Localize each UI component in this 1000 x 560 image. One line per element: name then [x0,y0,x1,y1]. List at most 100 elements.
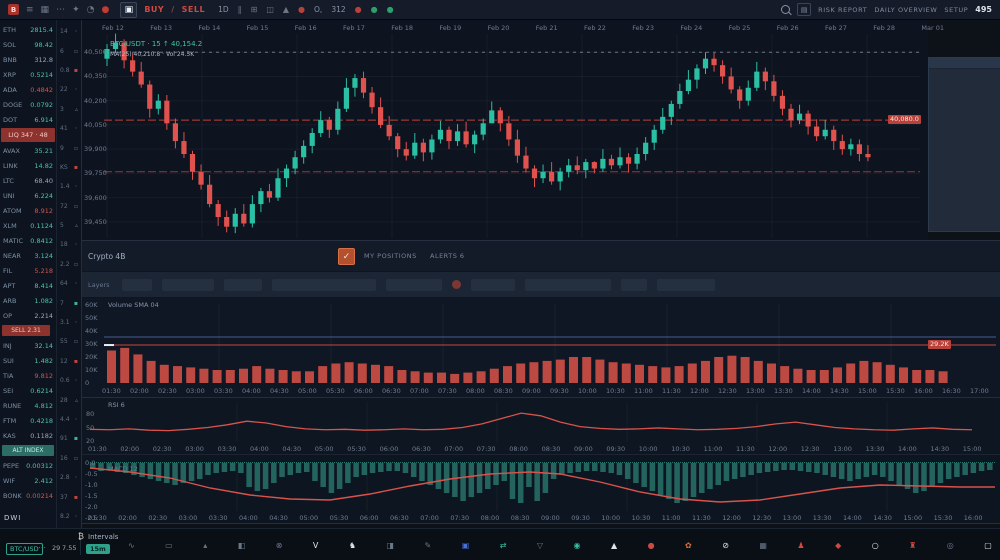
watchlist-row[interactable]: WIF2.412 [0,473,56,488]
taskbar-icon[interactable]: ▭ [165,542,173,550]
watchlist-row[interactable]: BONK0.00214 [0,488,56,503]
metric-row[interactable]: 3▵ [57,100,81,119]
taskbar-icon[interactable]: ♜ [909,542,916,550]
star-icon[interactable]: ✦ [72,5,80,15]
watchlist-row[interactable]: XLM0.1124 [0,218,56,233]
alerts-tab[interactable]: ALERTS 6 [430,252,465,260]
metric-row[interactable]: 14◦ [57,22,81,41]
menu-icon[interactable]: ≡ [26,5,34,15]
taskbar-icon[interactable]: ✎ [425,542,432,550]
alert-dot-icon[interactable]: ● [101,5,109,15]
alert-red-icon[interactable]: ● [355,5,362,14]
taskbar-icon[interactable]: ◨ [386,542,394,550]
ghost-button[interactable] [272,279,376,291]
order-ticket-button[interactable]: ▣ [120,2,137,18]
metric-row[interactable]: 3.1◦ [57,313,81,332]
metric-row[interactable]: 16▫ [57,449,81,468]
watchlist-row[interactable]: ARB1.082 [0,293,56,308]
metric-row[interactable]: 6▫ [57,41,81,60]
watchlist-row[interactable]: FIL5.218 [0,263,56,278]
taskbar-icon[interactable]: ✿ [685,542,692,550]
buy-button[interactable]: BUY [144,5,164,14]
taskbar-icon[interactable]: ⊗ [276,542,283,550]
metric-row[interactable]: 91▪ [57,429,81,448]
watchlist-row[interactable]: ADA0.4842 [0,82,56,97]
metric-row[interactable]: 2.8◦ [57,468,81,487]
taskbar-icon[interactable]: ▣ [462,542,470,550]
confirm-check-icon[interactable]: ✓ [338,248,355,265]
ghost-button[interactable] [162,279,214,291]
indicator-icon[interactable]: ▲ [283,5,289,14]
count-label[interactable]: 312 [331,5,345,14]
taskbar-icon[interactable]: ∿ [128,542,135,550]
metric-row[interactable]: 4.4◦ [57,410,81,429]
ghost-button[interactable] [386,279,442,291]
daily-overview-link[interactable]: DAILY OVERVIEW [874,6,937,14]
watchlist-row[interactable]: AVAX35.21 [0,143,56,158]
watchlist-row[interactable]: KAS0.1182 [0,428,56,443]
volume-chart[interactable] [82,298,1000,398]
watchlist-row[interactable]: APT8.414 [0,278,56,293]
taskbar-icon[interactable]: ▽ [537,542,543,550]
interval-value-button[interactable]: 15m [86,544,110,554]
history-icon[interactable]: ◔ [87,5,95,15]
record-ghost-icon[interactable] [452,280,461,289]
metric-row[interactable]: 18◦ [57,235,81,254]
liquidation-alert-row[interactable]: LIQ 347 · 48 [1,128,55,142]
watchlist-row[interactable]: INJ32.14 [0,338,56,353]
metric-row[interactable]: KS▪ [57,158,81,177]
setup-link[interactable]: SETUP [944,6,968,14]
candlestick-chart[interactable] [82,20,928,240]
taskbar-icon[interactable]: ◉ [574,542,581,550]
metric-row[interactable]: 1.4◦ [57,177,81,196]
taskbar-icon[interactable]: ⊘ [722,542,729,550]
candles-style-icon[interactable]: ‖ [238,5,242,14]
ghost-button[interactable] [224,279,262,291]
watchlist-row[interactable]: ATOM8.912 [0,203,56,218]
macd-panel[interactable]: MACD 12 0.0-0.5-1.0-1.5-2.0-2.501:3002:0… [82,455,1000,524]
screener-panel-icon[interactable]: ▤ [797,3,811,16]
taskbar-icon[interactable]: ○ [872,542,879,550]
compare-icon[interactable]: ◫ [266,5,274,14]
search-icon[interactable] [781,5,790,14]
metric-row[interactable]: 5▵ [57,216,81,235]
watchlist-row[interactable]: MATIC0.8412 [0,233,56,248]
sell-alert-chip[interactable]: SELL 2.31 [2,325,50,336]
sell-button[interactable]: SELL [182,5,205,14]
metric-row[interactable]: 7▪ [57,293,81,312]
watchlist-row[interactable]: SEI0.6214 [0,383,56,398]
metric-row[interactable]: 9▫ [57,138,81,157]
watchlist-row[interactable]: DOGE0.0792 [0,97,56,112]
metric-row[interactable]: 37▪ [57,487,81,506]
taskbar-icon[interactable]: ▦ [759,542,767,550]
watchlist-row[interactable]: OP2.214 [0,308,56,323]
taskbar-icon[interactable]: ▴ [203,542,207,550]
metric-row[interactable]: 41◦ [57,119,81,138]
volume-panel[interactable]: Volume SMA 04 29.2K 60K50K40K30K20K10K00… [82,298,1000,398]
more-icon[interactable]: ⋯ [56,5,65,15]
metric-row[interactable]: 22◦ [57,80,81,99]
metric-row[interactable]: 12▪ [57,352,81,371]
taskbar-icon[interactable]: ⇄ [500,542,507,550]
watchlist-row[interactable]: RUNE4.812 [0,398,56,413]
ghost-button[interactable] [657,279,715,291]
layout-grid-icon[interactable]: ▦ [41,5,50,15]
taskbar-icon[interactable]: V [313,542,318,550]
status-green-icon[interactable]: ● [371,5,378,14]
watchlist-row[interactable]: ETH2815.4 [0,22,56,37]
ghost-button[interactable] [525,279,611,291]
watchlist-row[interactable]: UNI6.224 [0,188,56,203]
watchlist-row[interactable]: PEPE0.00312 [0,458,56,473]
status-green2-icon[interactable]: ● [387,5,394,14]
metric-row[interactable]: 0.8▪ [57,61,81,80]
ghost-button[interactable] [471,279,515,291]
metric-row[interactable]: 55▫ [57,332,81,351]
watchlist-row[interactable]: BNB312.8 [0,52,56,67]
watchlist-row[interactable]: NEAR3.124 [0,248,56,263]
ghost-button[interactable] [621,279,647,291]
my-positions-tab[interactable]: MY POSITIONS [364,252,417,260]
price-chart-panel[interactable]: Feb 12Feb 13Feb 14Feb 15Feb 16Feb 17Feb … [82,20,928,240]
taskbar-icon[interactable]: ♞ [349,542,356,550]
metric-row[interactable]: 72▫ [57,197,81,216]
order-book-panel[interactable] [928,57,1000,232]
